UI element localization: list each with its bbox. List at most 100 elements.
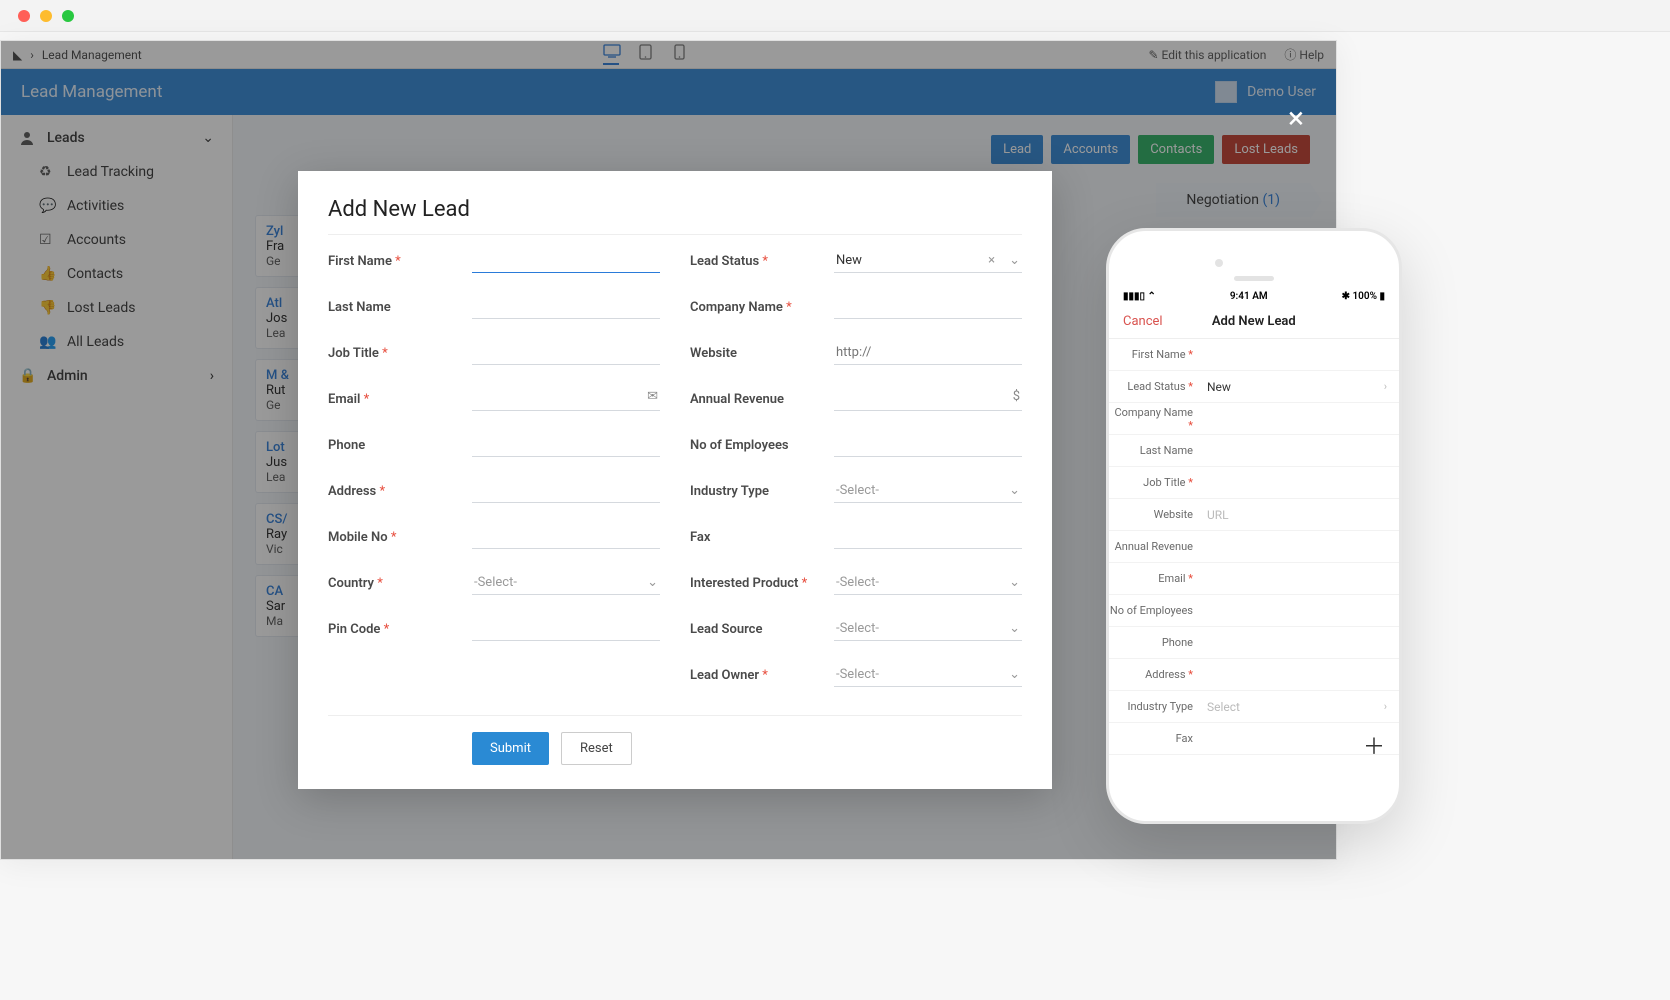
phone-field-row[interactable]: Email <box>1109 563 1399 595</box>
chevron-right-icon: › <box>1384 380 1399 393</box>
first_name-label: First Name <box>328 254 472 269</box>
fax-label: Fax <box>690 530 834 545</box>
phone-field-label: Job Title <box>1109 476 1203 489</box>
chevron-down-icon: ⌄ <box>1009 253 1020 268</box>
first_name-input[interactable] <box>472 249 660 273</box>
phone-label: Phone <box>328 438 472 453</box>
product-select[interactable]: -Select-⌄ <box>834 571 1022 595</box>
phone-field-row[interactable]: No of Employees <box>1109 595 1399 627</box>
phone-field-row[interactable]: WebsiteURL <box>1109 499 1399 531</box>
phone-nav-bar: Cancel Add New Lead <box>1109 305 1399 339</box>
field-source: Lead Source-Select-⌄ <box>690 617 1022 641</box>
phone-preview: ▮▮▮▯ ⌃ 9:41 AM ✱ 100% ▮ Cancel Add New L… <box>1106 228 1402 824</box>
field-industry: Industry Type-Select-⌄ <box>690 479 1022 503</box>
phone-field-row[interactable]: Lead StatusNew› <box>1109 371 1399 403</box>
chevron-down-icon: ⌄ <box>1009 621 1020 636</box>
phone-field-row[interactable]: Phone <box>1109 627 1399 659</box>
battery-icon: ✱ 100% ▮ <box>1342 291 1385 302</box>
field-country: Country-Select-⌄ <box>328 571 660 595</box>
source-select[interactable]: -Select-⌄ <box>834 617 1022 641</box>
company_name-input[interactable] <box>834 295 1022 319</box>
phone-notch <box>1109 231 1399 287</box>
phone-cancel-button[interactable]: Cancel <box>1123 314 1163 329</box>
phone-field-row[interactable]: Annual Revenue <box>1109 531 1399 563</box>
modal-actions: Submit Reset <box>328 715 1022 765</box>
employees-input[interactable] <box>834 433 1022 457</box>
country-select[interactable]: -Select-⌄ <box>472 571 660 595</box>
phone-field-value: URL <box>1203 508 1399 522</box>
phone-input[interactable] <box>472 433 660 457</box>
mobile_no-label: Mobile No <box>328 530 472 545</box>
field-address: Address <box>328 479 660 503</box>
modal-title: Add New Lead <box>328 197 1022 235</box>
chevron-down-icon: ⌄ <box>1009 667 1020 682</box>
phone-field-label: Lead Status <box>1109 380 1203 393</box>
chevron-down-icon: ⌄ <box>647 575 658 590</box>
phone-form: First NameLead StatusNew›Company NameLas… <box>1109 339 1399 755</box>
submit-button[interactable]: Submit <box>472 732 549 765</box>
email-input[interactable] <box>472 387 660 411</box>
minimize-dot[interactable] <box>40 10 52 22</box>
close-dot[interactable] <box>18 10 30 22</box>
add-fab-icon[interactable]: ＋ <box>1363 729 1385 761</box>
chevron-right-icon: › <box>1384 700 1399 713</box>
address-input[interactable] <box>472 479 660 503</box>
field-lead_status: Lead StatusNew×⌄ <box>690 249 1022 273</box>
owner-select[interactable]: -Select-⌄ <box>834 663 1022 687</box>
phone-field-label: Fax <box>1109 732 1203 745</box>
pin_code-label: Pin Code <box>328 622 472 637</box>
industry-label: Industry Type <box>690 484 834 499</box>
clear-icon[interactable]: × <box>988 253 995 268</box>
website-input[interactable] <box>834 341 1022 365</box>
phone-field-label: Industry Type <box>1109 700 1203 713</box>
industry-select[interactable]: -Select-⌄ <box>834 479 1022 503</box>
field-pin_code: Pin Code <box>328 617 660 641</box>
zoom-dot[interactable] <box>62 10 74 22</box>
product-label: Interested Product <box>690 576 834 591</box>
reset-button[interactable]: Reset <box>561 732 632 765</box>
lead_status-label: Lead Status <box>690 254 834 269</box>
phone-field-row[interactable]: Address <box>1109 659 1399 691</box>
phone-field-row[interactable]: First Name <box>1109 339 1399 371</box>
lead_status-select[interactable]: New×⌄ <box>834 249 1022 273</box>
country-label: Country <box>328 576 472 591</box>
close-icon[interactable]: × <box>1288 101 1304 136</box>
job_title-label: Job Title <box>328 346 472 361</box>
phone-field-row[interactable]: Fax <box>1109 723 1399 755</box>
field-phone: Phone <box>328 433 660 457</box>
last_name-label: Last Name <box>328 300 472 315</box>
field-last_name: Last Name <box>328 295 660 319</box>
add-lead-modal: Add New Lead First NameLead StatusNew×⌄L… <box>298 171 1052 789</box>
annual_rev-label: Annual Revenue <box>690 392 834 407</box>
phone-status-bar: ▮▮▮▯ ⌃ 9:41 AM ✱ 100% ▮ <box>1109 287 1399 305</box>
address-label: Address <box>328 484 472 499</box>
phone-camera <box>1215 259 1223 267</box>
field-company_name: Company Name <box>690 295 1022 319</box>
phone-field-label: No of Employees <box>1109 604 1203 617</box>
employees-label: No of Employees <box>690 438 834 453</box>
phone-field-row[interactable]: Industry TypeSelect› <box>1109 691 1399 723</box>
mobile_no-input[interactable] <box>472 525 660 549</box>
last_name-input[interactable] <box>472 295 660 319</box>
signal-icon: ▮▮▮▯ ⌃ <box>1123 291 1156 302</box>
phone-time: 9:41 AM <box>1230 291 1268 302</box>
job_title-input[interactable] <box>472 341 660 365</box>
phone-field-label: First Name <box>1109 348 1203 361</box>
field-job_title: Job Title <box>328 341 660 365</box>
mac-titlebar <box>0 0 1670 32</box>
field-mobile_no: Mobile No <box>328 525 660 549</box>
phone-field-value: New <box>1203 380 1384 394</box>
field-website: Website <box>690 341 1022 365</box>
phone-field-label: Phone <box>1109 636 1203 649</box>
field-product: Interested Product-Select-⌄ <box>690 571 1022 595</box>
field-employees: No of Employees <box>690 433 1022 457</box>
phone-field-row[interactable]: Job Title <box>1109 467 1399 499</box>
field-email: Email✉ <box>328 387 660 411</box>
annual_rev-input[interactable] <box>834 387 1022 411</box>
phone-field-row[interactable]: Last Name <box>1109 435 1399 467</box>
phone-field-row[interactable]: Company Name <box>1109 403 1399 435</box>
pin_code-input[interactable] <box>472 617 660 641</box>
phone-field-value: Select <box>1203 700 1384 714</box>
website-label: Website <box>690 346 834 361</box>
fax-input[interactable] <box>834 525 1022 549</box>
